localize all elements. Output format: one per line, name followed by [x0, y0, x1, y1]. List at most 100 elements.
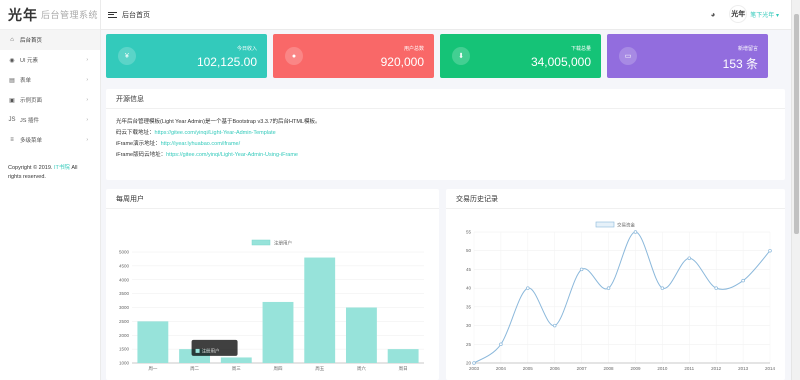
home-icon: ⌂: [10, 37, 14, 43]
palette-icon: ◉: [9, 57, 15, 64]
demo-label: iFrame演示地址：: [116, 141, 161, 147]
y-tick-label: 2000: [119, 333, 130, 338]
logo-char-1: 光: [8, 7, 22, 24]
point-2012[interactable]: [714, 286, 718, 290]
stat-value: 153 条: [722, 57, 758, 71]
open-info-panel: 开源信息 光年后台管理模板(Light Year Admin)是一个基于Boot…: [106, 89, 785, 180]
x-tick-label: 2007: [577, 366, 588, 371]
page-title: 后台首页: [122, 11, 150, 19]
point-2013[interactable]: [741, 278, 745, 283]
open-info-title: 开源信息: [106, 89, 785, 109]
trade-history-title: 交易历史记录: [446, 189, 785, 209]
y-tick-label: 5000: [119, 250, 130, 255]
system-name: 后台管理系统: [41, 10, 99, 20]
x-tick-label: 2012: [711, 366, 722, 371]
scrollbar[interactable]: [791, 0, 800, 380]
username-dropdown[interactable]: 笔下光年 ▾: [750, 10, 779, 19]
y-tick-label: 1500: [119, 347, 130, 352]
point-2008[interactable]: [606, 286, 611, 290]
sidebar: 光 年 后台管理系统 ⌂ 后台首页 ◉ UI 元素 › ▤ 表单 › ▣ 示例页面 › JS JS 插件…: [0, 0, 101, 380]
logo-char-2: 年: [23, 7, 37, 24]
sidebar-nav: ⌂ 后台首页 ◉ UI 元素 › ▤ 表单 › ▣ 示例页面 › JS JS 插件 › ≡ 多级菜单 ›: [0, 30, 100, 150]
bar-周一[interactable]: [137, 321, 169, 363]
y-tick-label: 4000: [119, 277, 130, 282]
stat-label: 用户总数: [403, 46, 424, 52]
sidebar-item-0[interactable]: ⌂ 后台首页: [0, 30, 100, 50]
download-link[interactable]: https://gitee.com/yinqi/Light-Year-Admin…: [155, 130, 276, 136]
trade-history-chart: 交易资金 20 25 30 35 40 45 50 55 2003 2004 2005 2006 2007…: [466, 221, 776, 372]
x-tick-label: 周三: [232, 366, 241, 372]
sidebar-item-2[interactable]: ▤ 表单 ›: [0, 70, 100, 90]
stat-cards: ¥ 今日收入 102,125.00 ● 用户总数 920,000 ⬇ 下载总量 34,005,0…: [106, 34, 768, 78]
x-tick-label: 2005: [523, 366, 534, 371]
stat-label: 今日收入: [236, 46, 257, 52]
menu-toggle-icon[interactable]: [108, 11, 117, 18]
avatar[interactable]: 光年: [729, 5, 748, 23]
y-tick-label: 50: [466, 248, 472, 253]
sidebar-item-3[interactable]: ▣ 示例页面 ›: [0, 90, 100, 110]
weekly-users-chart: 注册用户 1000 1500 2000 2500 3000 3500 4000 4500 5000…: [119, 239, 424, 372]
x-tick-label: 2003: [469, 366, 480, 371]
sidebar-item-label: 多级菜单: [20, 138, 43, 144]
chevron-right-icon: ›: [86, 117, 88, 123]
y-tick-label: 55: [466, 230, 472, 235]
download-label: 码云下载地址：: [116, 130, 155, 136]
point-2006[interactable]: [552, 323, 557, 328]
x-tick-label: 周四: [274, 366, 283, 372]
bar-周三[interactable]: [220, 357, 252, 363]
weekly-users-panel: 每周用户 注册用户 1000 1500 2000 2500 3000 3500 4000 450…: [106, 189, 439, 380]
stat-card-2: ⬇ 下载总量 34,005,000: [440, 34, 601, 78]
point-2010[interactable]: [660, 286, 665, 290]
legend-label: 交易资金: [617, 222, 635, 229]
stat-card-0: ¥ 今日收入 102,125.00: [106, 34, 267, 78]
legend-swatch[interactable]: [595, 221, 615, 228]
sidebar-item-label: JS 插件: [20, 118, 39, 124]
scrollbar-thumb[interactable]: [794, 14, 799, 234]
sidebar-item-label: 表单: [20, 78, 32, 84]
chevron-right-icon: ›: [86, 77, 88, 83]
x-tick-label: 周日: [399, 366, 408, 372]
info-line-1: 光年后台管理模板(Light Year Admin)是一个基于Bootstrap…: [116, 119, 321, 125]
x-tick-label: 周一: [148, 366, 157, 372]
point-2004[interactable]: [499, 342, 503, 347]
point-2009[interactable]: [633, 230, 638, 234]
iframe-label: iFrame版码云地址：: [116, 152, 167, 158]
bar-周四[interactable]: [262, 301, 294, 363]
stat-label: 下载总量: [570, 46, 591, 52]
bar-周六[interactable]: [345, 307, 377, 364]
arrow-down-icon: ⬇: [452, 47, 470, 65]
y-tick-label: 3500: [119, 291, 130, 296]
y-tick-label: 3000: [119, 305, 130, 310]
point-2005[interactable]: [526, 286, 530, 290]
sidebar-item-4[interactable]: JS JS 插件 ›: [0, 110, 100, 130]
open-info-body: 光年后台管理模板(Light Year Admin)是一个基于Bootstrap…: [106, 109, 785, 169]
copyright-prefix: Copyright © 2019.: [8, 165, 53, 171]
bar-周日[interactable]: [387, 349, 419, 363]
file-icon: ▣: [9, 97, 15, 104]
point-2007[interactable]: [579, 267, 584, 272]
stat-value: 102,125.00: [196, 55, 257, 69]
logo[interactable]: 光 年 后台管理系统: [0, 0, 100, 30]
y-tick-label: 4500: [119, 263, 130, 268]
y-tick-label: 1000: [119, 361, 130, 366]
chart-tooltip: 注册用户: [191, 339, 238, 356]
x-tick-label: 2008: [604, 366, 615, 371]
point-2014[interactable]: [768, 248, 772, 253]
sidebar-item-label: UI 元素: [20, 58, 39, 64]
point-2003[interactable]: [472, 361, 476, 365]
bar-周五[interactable]: [304, 257, 336, 363]
copyright-link[interactable]: IT书院: [54, 165, 70, 171]
sidebar-item-label: 示例页面: [20, 98, 43, 104]
demo-link[interactable]: http://iyear.lyhuabao.com/iframe/: [161, 141, 240, 147]
x-tick-label: 2006: [550, 366, 561, 371]
iframe-link[interactable]: https://gitee.com/yinqi/Light-Year-Admin…: [166, 152, 298, 158]
palette-icon[interactable]: ◕: [710, 10, 715, 19]
sidebar-item-5[interactable]: ≡ 多级菜单 ›: [0, 130, 100, 150]
y-tick-label: 2500: [119, 319, 130, 324]
x-tick-label: 2010: [657, 366, 668, 371]
legend-swatch[interactable]: [251, 239, 271, 246]
sidebar-item-1[interactable]: ◉ UI 元素 ›: [0, 50, 100, 70]
point-2011[interactable]: [687, 256, 692, 260]
trade-history-panel: 交易历史记录 交易资金 20 25 30 35 40 45 50 55 2003 2004 2005 2…: [446, 189, 785, 380]
x-tick-label: 2009: [630, 366, 641, 371]
